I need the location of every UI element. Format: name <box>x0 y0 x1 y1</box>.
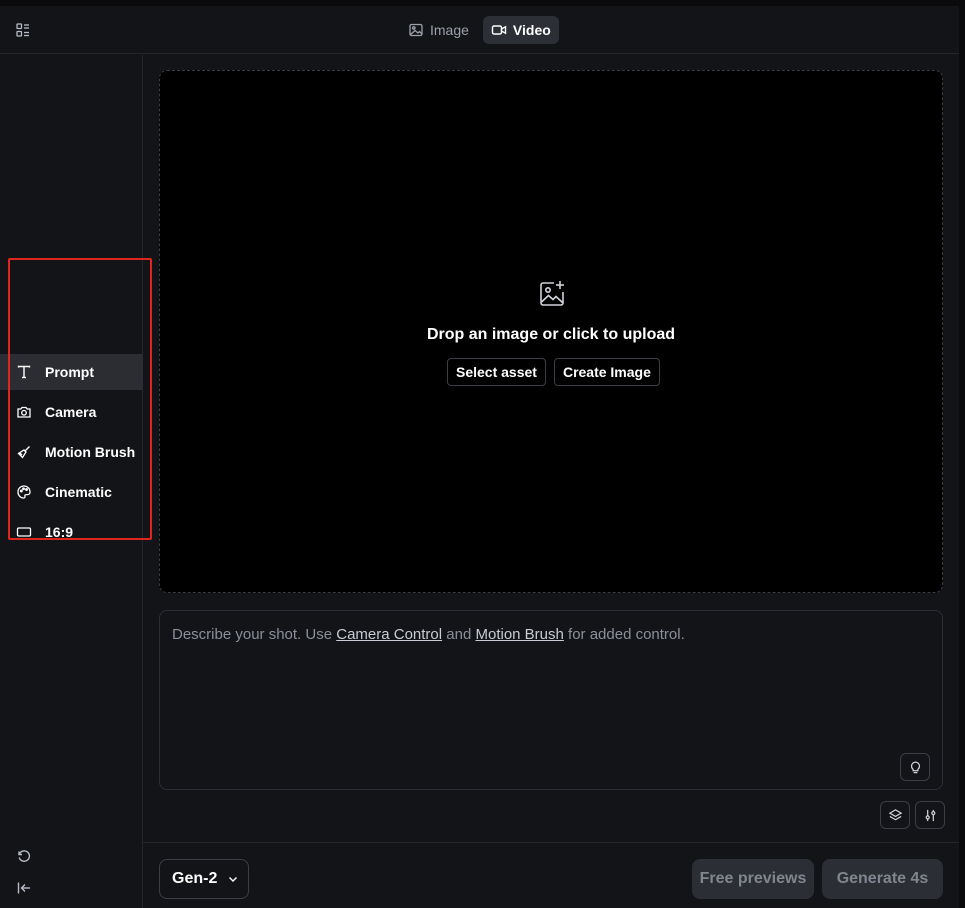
prompt-text-part: and <box>442 626 476 643</box>
motion-brush-link[interactable]: Motion Brush <box>475 626 563 643</box>
prompt-text-part: Describe your shot. Use <box>172 626 337 643</box>
tab-image-label: Image <box>430 22 469 38</box>
dropzone-actions: Select asset Create Image <box>447 358 660 386</box>
brush-icon <box>17 446 30 459</box>
reset-icon[interactable] <box>16 848 32 864</box>
lightbulb-icon <box>910 761 920 773</box>
sidebar-item-prompt[interactable]: Prompt <box>0 354 143 390</box>
sidebar-item-label: Prompt <box>45 364 94 380</box>
free-previews-button[interactable]: Free previews <box>692 859 814 899</box>
prompt-input[interactable]: Describe your shot. Use Camera Control a… <box>159 610 943 790</box>
dropzone-title: Drop an image or click to upload <box>426 326 676 343</box>
upload-dropzone[interactable]: Drop an image or click to upload Select … <box>159 70 943 593</box>
prompt-text-part: for added control. <box>563 626 685 643</box>
tab-video-label: Video <box>512 22 551 38</box>
settings-button[interactable] <box>915 801 945 829</box>
prompt-placeholder: Describe your shot. Use Camera Control a… <box>172 626 685 643</box>
chevron-down-icon <box>229 877 238 882</box>
palette-icon <box>17 485 31 499</box>
layers-icon <box>888 808 902 820</box>
camera-control-link[interactable]: Camera Control <box>336 626 442 643</box>
sidebar-item-camera[interactable]: Camera <box>0 394 143 430</box>
create-image-button[interactable]: Create Image <box>553 358 660 386</box>
sidebar-item-motion-brush[interactable]: Motion Brush <box>0 434 143 470</box>
sidebar-menu: Prompt Camera Motion Brush Cinematic 16:… <box>0 354 143 554</box>
sidebar-item-aspect-ratio[interactable]: 16:9 <box>0 514 143 550</box>
header-bar: Image Video <box>0 6 959 54</box>
image-icon <box>409 23 423 37</box>
layout-list-icon[interactable] <box>15 22 31 38</box>
model-select[interactable]: Gen-2 <box>159 859 249 899</box>
tab-image[interactable]: Image <box>400 16 477 44</box>
generate-button[interactable]: Generate 4s <box>822 859 943 899</box>
mode-tabs: Image Video <box>400 16 559 44</box>
sidebar-item-label: Cinematic <box>45 484 112 500</box>
collapse-sidebar-icon[interactable] <box>16 880 32 896</box>
aspect-ratio-icon <box>16 527 32 537</box>
sidebar-item-label: 16:9 <box>45 524 74 540</box>
sidebar-item-cinematic[interactable]: Cinematic <box>0 474 143 510</box>
sidebar-item-label: Camera <box>45 404 97 420</box>
model-select-value: Gen-2 <box>172 870 218 887</box>
video-icon <box>491 25 507 35</box>
sliders-icon <box>925 809 935 821</box>
app-window: Image Video Prompt Camera Motion Brush C… <box>0 0 965 908</box>
footer-divider <box>143 842 959 843</box>
right-edge <box>959 0 965 908</box>
sidebar-item-label: Motion Brush <box>45 444 136 460</box>
add-image-icon <box>540 281 564 306</box>
text-icon <box>17 365 31 379</box>
tab-video[interactable]: Video <box>482 16 559 44</box>
sidebar: Prompt Camera Motion Brush Cinematic 16:… <box>0 55 143 908</box>
prompt-ideas-button[interactable] <box>900 753 930 781</box>
presets-button[interactable] <box>880 801 910 829</box>
camera-icon <box>17 406 31 418</box>
select-asset-button[interactable]: Select asset <box>447 358 546 386</box>
